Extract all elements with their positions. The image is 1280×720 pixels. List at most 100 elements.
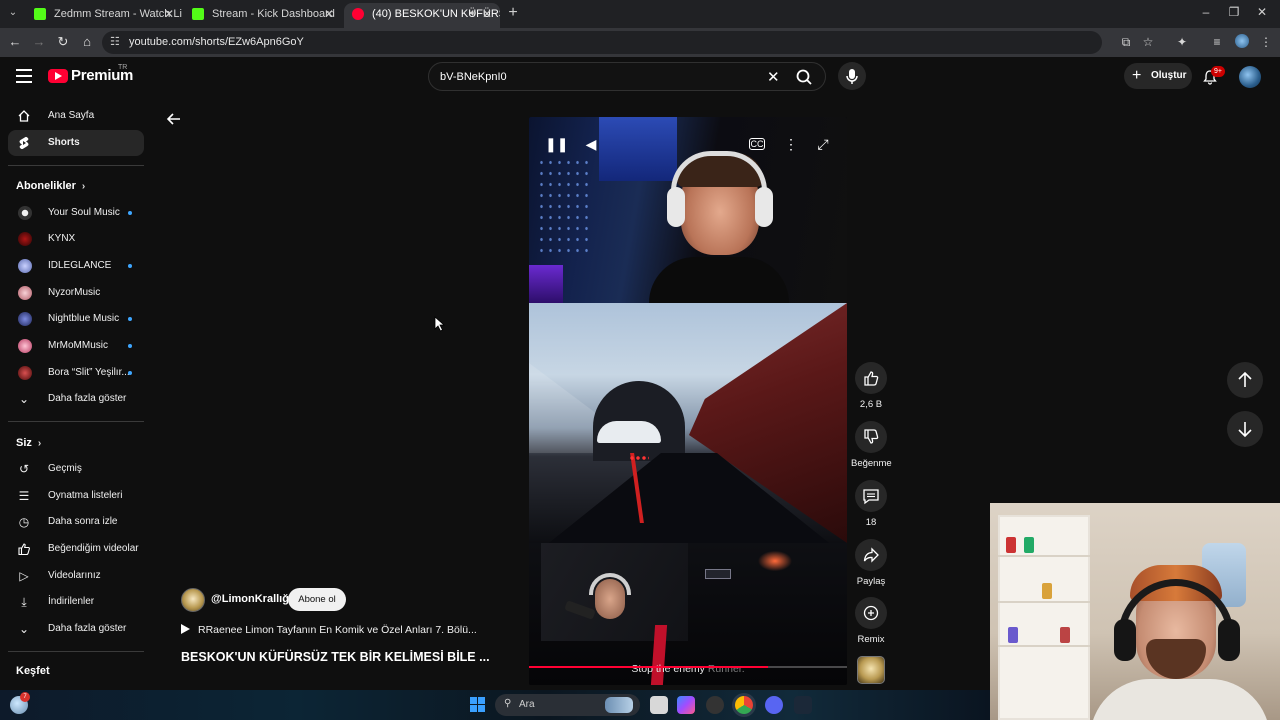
dislike-button[interactable] xyxy=(855,421,887,453)
tab-search-chevron-icon[interactable]: ⌄ xyxy=(4,4,22,22)
install-app-icon[interactable]: ⧉ xyxy=(1118,34,1134,50)
site-info-icon[interactable]: ☷ xyxy=(110,35,120,48)
share-button[interactable] xyxy=(855,539,887,571)
close-tab-icon[interactable]: ✕ xyxy=(324,3,334,25)
sidebar-item-liked-videos[interactable]: Beğendiğim videolar xyxy=(8,536,144,562)
sidebar-item-subscription[interactable]: Your Soul Music xyxy=(8,200,144,226)
window-close-icon[interactable]: ✕ xyxy=(1254,5,1270,19)
search-icon: ⚲ xyxy=(504,698,512,709)
menu-icon[interactable] xyxy=(16,69,32,83)
pause-icon[interactable]: ❚❚ xyxy=(545,135,568,153)
sidebar-item-subscription[interactable]: IDLEGLANCE xyxy=(8,253,144,279)
dislike-action[interactable]: Beğenme xyxy=(851,421,892,469)
sound-thumbnail[interactable] xyxy=(857,656,885,684)
close-tab-icon[interactable]: ✕ xyxy=(164,3,174,25)
sidebar-item-history[interactable]: ↺ Geçmiş xyxy=(8,456,144,482)
browser-menu-icon[interactable]: ⋮ xyxy=(1258,34,1274,50)
thumbs-down-icon xyxy=(864,429,879,444)
subscriptions-show-more[interactable]: ⌄ Daha fazla göster xyxy=(8,386,144,412)
minimize-icon[interactable]: – xyxy=(1198,5,1214,19)
video-person-shirt xyxy=(649,257,789,303)
comments-action[interactable]: 18 xyxy=(851,480,891,528)
sidebar-item-subscription[interactable]: NyzorMusic xyxy=(8,280,144,306)
taskbar-search-placeholder: Ara xyxy=(519,699,535,710)
shorts-player[interactable]: ❚❚ ◀ CC ⋮ ⤢ Stop the enemy Runner. xyxy=(529,117,847,685)
close-tab-icon[interactable]: ✕ xyxy=(482,3,492,25)
remix-button[interactable] xyxy=(855,597,887,629)
tab-title: Zedmm Stream - Watch Live on xyxy=(54,8,182,20)
bookmark-star-icon[interactable]: ☆ xyxy=(1140,34,1156,50)
subscribe-button[interactable]: Abone ol xyxy=(288,588,346,611)
restore-icon[interactable]: ❐ xyxy=(1226,5,1242,19)
sidebar-item-home[interactable]: Ana Sayfa xyxy=(8,103,144,129)
sidebar: Ana Sayfa Shorts Abonelikler › Your Soul … xyxy=(0,97,153,690)
voice-search-button[interactable] xyxy=(838,62,866,90)
sidebar-item-your-videos[interactable]: ▷ Videolarınız xyxy=(8,563,144,589)
sidebar-item-watch-later[interactable]: ◷ Daha sonra izle xyxy=(8,509,144,535)
windows-start-icon[interactable] xyxy=(470,697,485,712)
short-title[interactable]: BESKOK'UN KÜFÜRSÜZ TEK BİR KELİMESİ BİLE… xyxy=(181,650,490,664)
chevron-down-icon: ⌄ xyxy=(18,392,30,406)
sidebar-item-subscription[interactable]: Bora “Slit” Yeşilır... xyxy=(8,360,144,386)
next-short-button[interactable] xyxy=(1227,411,1263,447)
address-bar[interactable]: ☷ youtube.com/shorts/EZw6Apn6GoY xyxy=(102,31,1102,54)
channel-avatar[interactable] xyxy=(181,588,205,612)
sidebar-item-shorts[interactable]: Shorts xyxy=(8,130,144,156)
extensions-icon[interactable]: ✦ xyxy=(1174,34,1190,50)
volume-icon[interactable]: ◀ xyxy=(581,135,601,153)
media-control-icon[interactable]: ≡ xyxy=(1209,34,1225,50)
like-action[interactable]: 2,6 B xyxy=(851,362,891,410)
previous-short-button[interactable] xyxy=(1227,362,1263,398)
playlist-link[interactable]: RRaenee Limon Tayfanın En Komik ve Özel … xyxy=(181,624,477,636)
comments-button[interactable] xyxy=(855,480,887,512)
back-icon[interactable]: ← xyxy=(7,34,23,50)
sidebar-item-playlists[interactable]: ☰ Oynatma listeleri xyxy=(8,483,144,509)
tab-audio-icon[interactable]: 🔊︎ xyxy=(470,3,476,25)
search-input[interactable]: bV-BNeKpnI0 xyxy=(440,71,507,83)
share-action[interactable]: Paylaş xyxy=(851,539,891,587)
video-progress-bar[interactable] xyxy=(529,666,847,668)
fullscreen-icon[interactable]: ⤢ xyxy=(813,135,833,153)
facecam-shirt xyxy=(1090,679,1270,720)
address-url[interactable]: youtube.com/shorts/EZw6Apn6GoY xyxy=(129,36,304,48)
subscriptions-heading[interactable]: Abonelikler › xyxy=(16,180,85,192)
sidebar-item-label: Videolarınız xyxy=(48,570,101,581)
browser-tab-zedmm[interactable]: Zedmm Stream - Watch Live on ✕ xyxy=(26,3,182,28)
you-show-more[interactable]: ⌄ Daha fazla göster xyxy=(8,616,144,642)
profile-icon[interactable] xyxy=(1234,34,1250,50)
browser-tab-youtube[interactable]: (40) BESKOK'UN KÜFÜRSÜZ 🔊︎ ✕ xyxy=(344,3,500,28)
obs-icon[interactable] xyxy=(706,696,724,714)
channel-name[interactable]: @LimonKrallığı xyxy=(211,593,292,605)
forward-icon[interactable]: → xyxy=(31,34,47,50)
sidebar-item-subscription[interactable]: Nightblue Music xyxy=(8,306,144,332)
search-icon[interactable] xyxy=(793,67,815,87)
chrome-icon[interactable] xyxy=(735,696,753,714)
youtube-logo-icon[interactable] xyxy=(48,69,68,83)
youtube-favicon-icon xyxy=(352,8,364,20)
like-button[interactable] xyxy=(855,362,887,394)
sidebar-item-downloads[interactable]: ⤓ İndirilenler xyxy=(8,589,144,615)
new-tab-icon[interactable]: + xyxy=(504,4,522,22)
file-explorer-icon[interactable] xyxy=(650,696,668,714)
you-heading[interactable]: Siz › xyxy=(16,437,41,449)
browser-tab-strip: ⌄ Zedmm Stream - Watch Live on ✕ Stream … xyxy=(0,0,1280,28)
plus-icon: + xyxy=(1132,67,1142,84)
copilot-icon[interactable] xyxy=(677,696,695,714)
back-arrow-icon[interactable] xyxy=(165,110,183,128)
taskbar-search[interactable]: ⚲ Ara xyxy=(495,694,640,716)
reload-icon[interactable]: ↻ xyxy=(55,34,71,50)
discord-icon[interactable] xyxy=(765,696,783,714)
arrow-up-icon xyxy=(1238,371,1252,387)
sidebar-item-subscription[interactable]: KYNX xyxy=(8,226,144,252)
captions-icon[interactable]: CC xyxy=(749,138,765,150)
more-options-icon[interactable]: ⋮ xyxy=(781,135,801,153)
remix-action[interactable]: Remix xyxy=(851,597,891,645)
home-icon[interactable]: ⌂ xyxy=(79,34,95,50)
create-button[interactable]: + Oluştur xyxy=(1124,63,1192,89)
search-box[interactable]: bV-BNeKpnI0 ✕ xyxy=(428,62,826,91)
browser-tab-kick-dashboard[interactable]: Stream - Kick Dashboard ✕ xyxy=(184,3,342,28)
clear-search-icon[interactable]: ✕ xyxy=(767,68,780,86)
sidebar-item-subscription[interactable]: MrMoMMusic xyxy=(8,333,144,359)
account-avatar[interactable] xyxy=(1239,66,1261,88)
app-icon[interactable] xyxy=(794,696,812,714)
